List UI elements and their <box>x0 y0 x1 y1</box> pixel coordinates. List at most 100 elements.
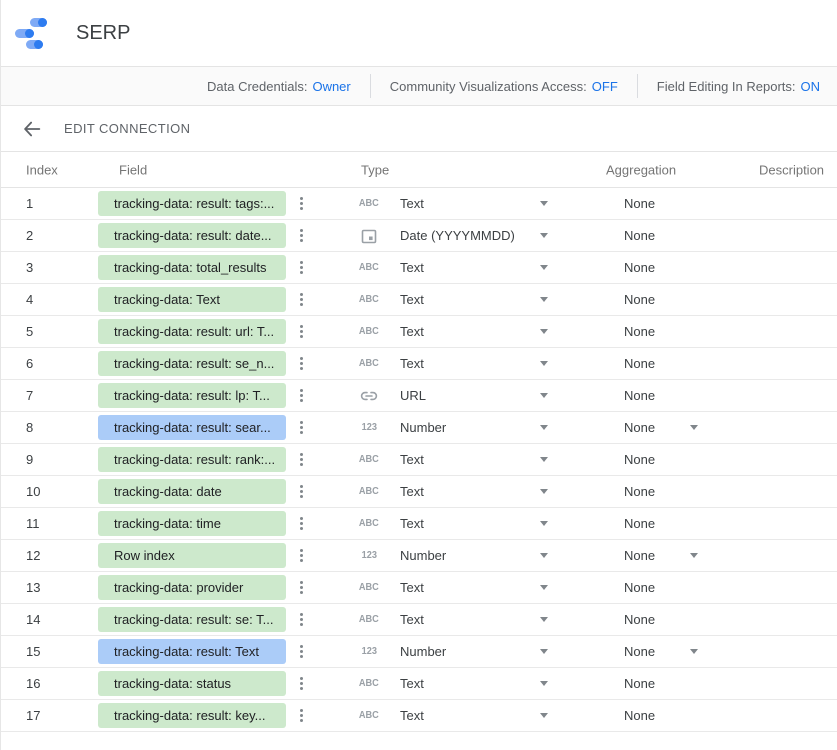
field-options-menu-icon[interactable] <box>293 220 309 252</box>
field-name-chip[interactable]: tracking-data: date <box>98 479 286 504</box>
type-glyph: ABC <box>359 358 379 369</box>
field-options-menu-icon[interactable] <box>293 476 309 508</box>
row-index: 13 <box>1 580 98 595</box>
field-name-chip[interactable]: tracking-data: result: Text <box>98 639 286 664</box>
type-select[interactable]: Number <box>386 420 548 435</box>
field-name-chip[interactable]: tracking-data: result: date... <box>98 223 286 248</box>
description-cell[interactable] <box>698 220 837 251</box>
field-options-menu-icon[interactable] <box>293 572 309 604</box>
edit-connection-button[interactable]: EDIT CONNECTION <box>64 121 190 136</box>
field-name-chip[interactable]: Row index <box>98 543 286 568</box>
aggregation-select: None <box>624 452 698 467</box>
type-select[interactable]: Date (YYYYMMDD) <box>386 228 548 243</box>
description-cell[interactable] <box>698 284 837 315</box>
description-cell[interactable] <box>698 636 837 667</box>
field-name-chip[interactable]: tracking-data: result: rank:... <box>98 447 286 472</box>
field-options-menu-icon[interactable] <box>293 380 309 412</box>
type-select[interactable]: Text <box>386 260 548 275</box>
field-options-menu-icon[interactable] <box>293 188 309 220</box>
type-value: Number <box>400 644 540 659</box>
row-index: 5 <box>1 324 98 339</box>
description-cell[interactable] <box>698 444 837 475</box>
description-cell[interactable] <box>698 508 837 539</box>
field-options-menu-icon[interactable] <box>293 508 309 540</box>
field-options-menu-icon[interactable] <box>293 252 309 284</box>
field-options-menu-icon[interactable] <box>293 444 309 476</box>
type-value: Date (YYYYMMDD) <box>400 228 540 243</box>
field-name-chip[interactable]: tracking-data: provider <box>98 575 286 600</box>
field-name-chip[interactable]: tracking-data: result: se_n... <box>98 351 286 376</box>
type-select[interactable]: Text <box>386 324 548 339</box>
row-index: 8 <box>1 420 98 435</box>
type-glyph: ABC <box>359 486 379 497</box>
text-type-icon: ABC <box>352 710 386 721</box>
field-options-menu-icon[interactable] <box>293 316 309 348</box>
aggregation-select[interactable]: None <box>624 548 698 563</box>
row-index: 12 <box>1 548 98 563</box>
text-type-icon: ABC <box>352 454 386 465</box>
field-name-chip[interactable]: tracking-data: time <box>98 511 286 536</box>
type-value: Number <box>400 420 540 435</box>
description-cell[interactable] <box>698 188 837 219</box>
description-cell[interactable] <box>698 412 837 443</box>
field-options-menu-icon[interactable] <box>293 636 309 668</box>
type-select[interactable]: Text <box>386 676 548 691</box>
type-glyph: ABC <box>359 614 379 625</box>
field-options-menu-icon[interactable] <box>293 700 309 732</box>
field-name-chip[interactable]: tracking-data: result: url: T... <box>98 319 286 344</box>
aggregation-value: None <box>624 260 670 275</box>
field-name-chip[interactable]: tracking-data: result: sear... <box>98 415 286 440</box>
field-name-chip[interactable]: tracking-data: result: lp: T... <box>98 383 286 408</box>
type-select[interactable]: Text <box>386 580 548 595</box>
description-cell[interactable] <box>698 252 837 283</box>
description-cell[interactable] <box>698 572 837 603</box>
field-options-menu-icon[interactable] <box>293 540 309 572</box>
description-cell[interactable] <box>698 380 837 411</box>
type-select[interactable]: URL <box>386 388 548 403</box>
community-visualizations-value[interactable]: OFF <box>592 79 618 94</box>
description-cell[interactable] <box>698 668 837 699</box>
type-select[interactable]: Text <box>386 612 548 627</box>
type-dropdown-arrow-icon <box>540 425 548 430</box>
type-select[interactable]: Number <box>386 644 548 659</box>
field-name-chip[interactable]: tracking-data: result: tags:... <box>98 191 286 216</box>
type-select[interactable]: Text <box>386 356 548 371</box>
aggregation-select[interactable]: None <box>624 420 698 435</box>
field-name-chip[interactable]: tracking-data: Text <box>98 287 286 312</box>
description-cell[interactable] <box>698 540 837 571</box>
type-select[interactable]: Text <box>386 452 548 467</box>
type-select[interactable]: Number <box>386 548 548 563</box>
row-index: 1 <box>1 196 98 211</box>
field-name-chip[interactable]: tracking-data: status <box>98 671 286 696</box>
field-name-chip[interactable]: tracking-data: total_results <box>98 255 286 280</box>
back-arrow-icon[interactable] <box>21 118 43 140</box>
field-name-chip[interactable]: tracking-data: result: se: T... <box>98 607 286 632</box>
type-select[interactable]: Text <box>386 516 548 531</box>
type-dropdown-arrow-icon <box>540 489 548 494</box>
field-options-menu-icon[interactable] <box>293 284 309 316</box>
field-name-chip[interactable]: tracking-data: result: key... <box>98 703 286 728</box>
field-options-menu-icon[interactable] <box>293 348 309 380</box>
type-dropdown-arrow-icon <box>540 617 548 622</box>
text-type-icon: ABC <box>352 294 386 305</box>
type-select[interactable]: Text <box>386 708 548 723</box>
description-cell[interactable] <box>698 348 837 379</box>
aggregation-select[interactable]: None <box>624 644 698 659</box>
type-value: Text <box>400 196 540 211</box>
field-editing-value[interactable]: ON <box>801 79 821 94</box>
data-credentials-value[interactable]: Owner <box>312 79 350 94</box>
aggregation-value: None <box>624 612 670 627</box>
field-options-menu-icon[interactable] <box>293 412 309 444</box>
field-options-menu-icon[interactable] <box>293 668 309 700</box>
type-select[interactable]: Text <box>386 484 548 499</box>
aggregation-value: None <box>624 388 670 403</box>
description-cell[interactable] <box>698 700 837 731</box>
description-cell[interactable] <box>698 476 837 507</box>
type-select[interactable]: Text <box>386 292 548 307</box>
description-cell[interactable] <box>698 604 837 635</box>
description-cell[interactable] <box>698 316 837 347</box>
type-select[interactable]: Text <box>386 196 548 211</box>
type-value: Text <box>400 292 540 307</box>
type-value: Text <box>400 324 540 339</box>
field-options-menu-icon[interactable] <box>293 604 309 636</box>
